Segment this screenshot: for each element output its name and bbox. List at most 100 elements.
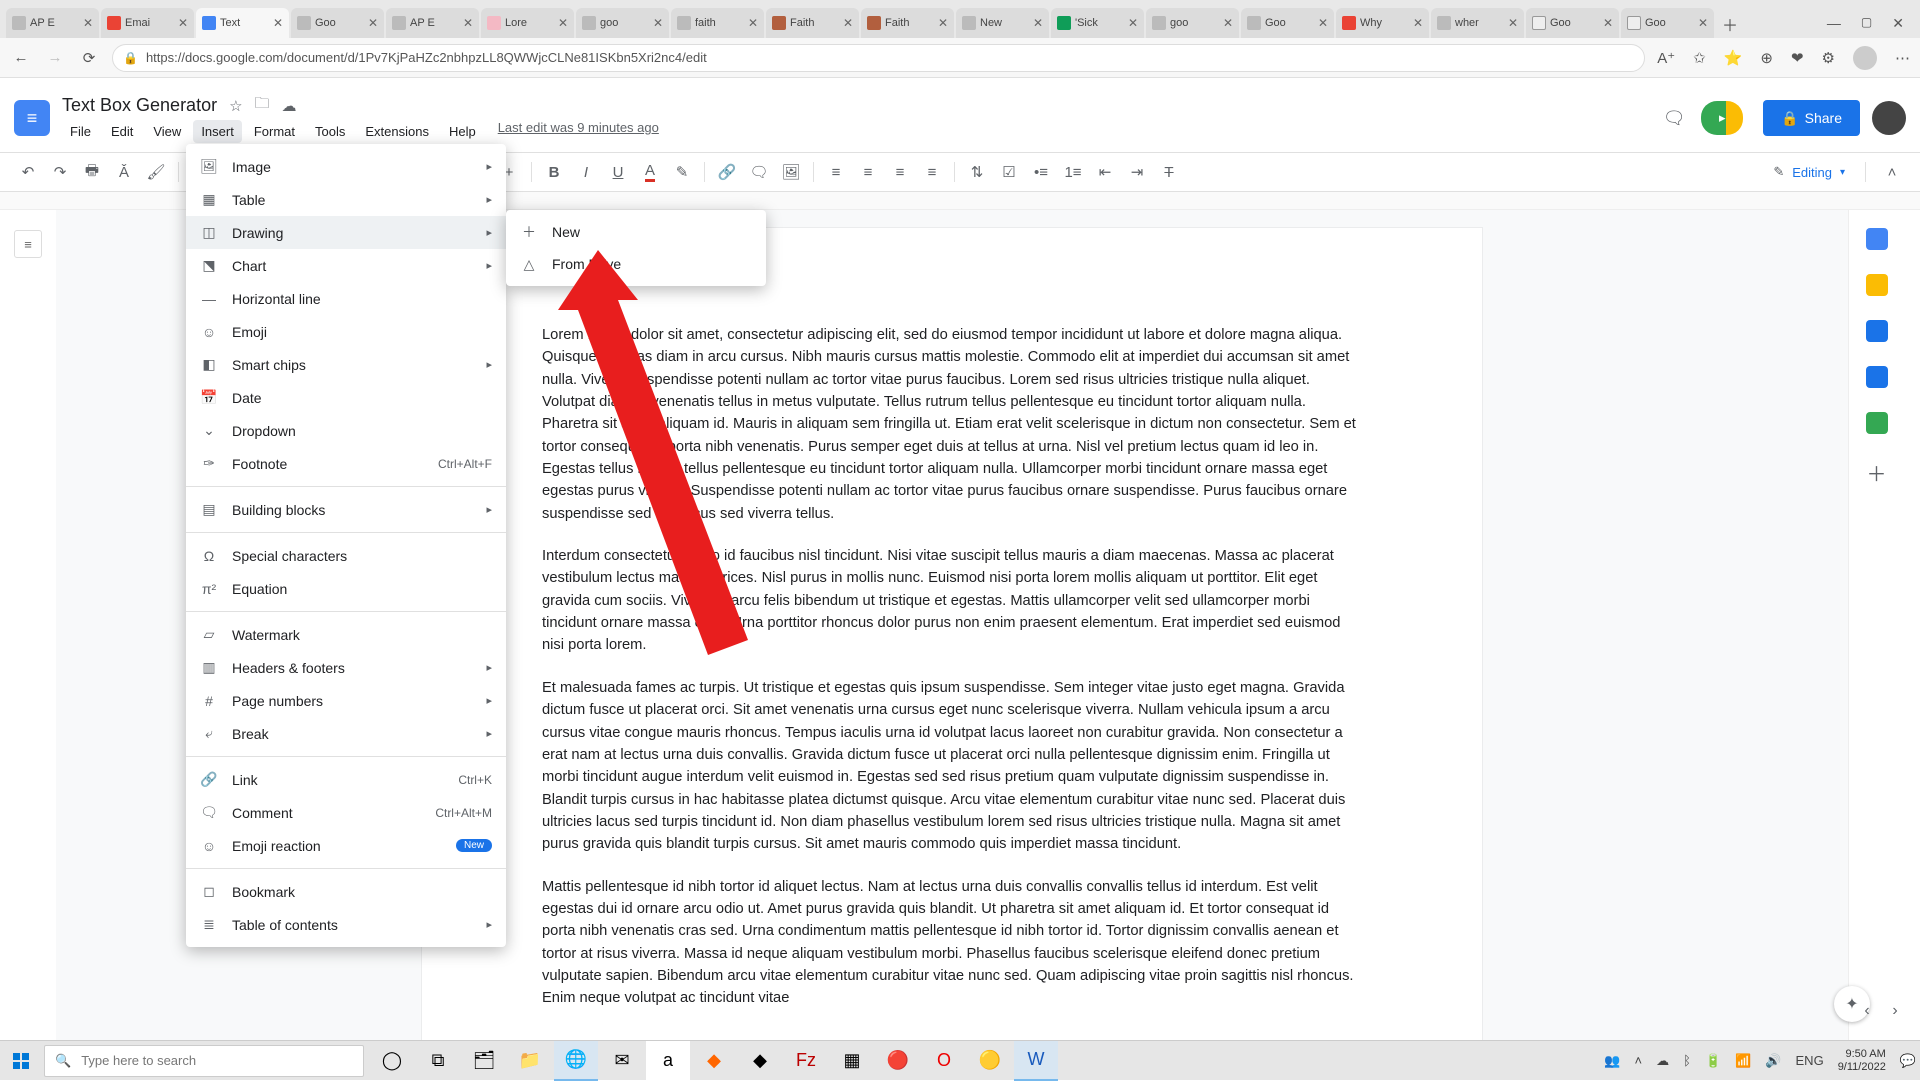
undo-button[interactable]: ↶: [14, 158, 42, 186]
back-button[interactable]: ←: [10, 47, 32, 69]
show-outline-button[interactable]: ≡: [14, 230, 42, 258]
edge-icon[interactable]: 🌐: [554, 1041, 598, 1081]
collections-icon[interactable]: ⊕: [1760, 49, 1773, 67]
menu-extensions[interactable]: Extensions: [357, 120, 437, 143]
account-avatar[interactable]: [1872, 101, 1906, 135]
meet-button[interactable]: ▸: [1701, 101, 1743, 135]
app-yellow-icon[interactable]: 🟡: [968, 1041, 1012, 1081]
maps-icon[interactable]: [1866, 412, 1888, 434]
paragraph[interactable]: Mattis pellentesque id nibh tortor id al…: [542, 876, 1362, 1010]
contacts-icon[interactable]: [1866, 366, 1888, 388]
close-tab-icon[interactable]: ✕: [1318, 16, 1328, 30]
paragraph[interactable]: Interdum consectetur libero id faucibus …: [542, 545, 1362, 657]
calendar-icon[interactable]: [1866, 228, 1888, 250]
insert-building-blocks[interactable]: ▤ Building blocks▸: [186, 493, 506, 526]
hide-menus-button[interactable]: ˄: [1878, 158, 1906, 186]
indent-decrease-button[interactable]: ⇤: [1091, 158, 1119, 186]
url-input[interactable]: 🔒 https://docs.google.com/document/d/1Pv…: [112, 44, 1645, 72]
refresh-button[interactable]: ⟳: [78, 47, 100, 69]
print-button[interactable]: 🖶: [78, 158, 106, 186]
opera-icon[interactable]: O: [922, 1041, 966, 1081]
browser-tab[interactable]: Goo ✕: [1526, 8, 1619, 38]
menu-format[interactable]: Format: [246, 120, 303, 143]
paragraph[interactable]: Et malesuada fames ac turpis. Ut tristiq…: [542, 677, 1362, 856]
browser-tab[interactable]: Text ✕: [196, 8, 289, 38]
wifi-icon[interactable]: 📶: [1735, 1053, 1751, 1069]
paint-format-button[interactable]: 🖌: [142, 158, 170, 186]
insert-break[interactable]: ⤶ Break▸: [186, 717, 506, 750]
insert-horizontal-line[interactable]: — Horizontal line: [186, 282, 506, 315]
tasks-icon[interactable]: [1866, 320, 1888, 342]
comment-history-icon[interactable]: 🗨: [1655, 99, 1693, 137]
browser-tab[interactable]: AP E ✕: [386, 8, 479, 38]
insert-bookmark[interactable]: ◻ Bookmark: [186, 875, 506, 908]
minimize-icon[interactable]: —: [1827, 15, 1841, 32]
scrollbar[interactable]: [1904, 210, 1920, 1040]
browser-tab[interactable]: Faith ✕: [766, 8, 859, 38]
underline-button[interactable]: U: [604, 158, 632, 186]
doc-title[interactable]: Text Box Generator: [62, 95, 217, 116]
extensions-icon[interactable]: ⚙: [1822, 49, 1835, 67]
insert-watermark[interactable]: ▱ Watermark: [186, 618, 506, 651]
insert-image[interactable]: 🖼 Image▸: [186, 150, 506, 183]
align-justify-button[interactable]: ≡: [918, 158, 946, 186]
insert-table-of-contents[interactable]: ≣ Table of contents▸: [186, 908, 506, 941]
close-tab-icon[interactable]: ✕: [653, 16, 663, 30]
app-orange-icon[interactable]: ◆: [692, 1041, 736, 1081]
drawing-from-drive[interactable]: △ From Drive: [506, 248, 766, 280]
filezilla-icon[interactable]: Fz: [784, 1041, 828, 1081]
close-tab-icon[interactable]: ✕: [938, 16, 948, 30]
menu-file[interactable]: File: [62, 120, 99, 143]
browser-tab[interactable]: 'Sick ✕: [1051, 8, 1144, 38]
close-window-icon[interactable]: ✕: [1892, 15, 1904, 32]
browser-tab[interactable]: Lore ✕: [481, 8, 574, 38]
task-view-icon[interactable]: ⧉: [416, 1041, 460, 1081]
last-edit-link[interactable]: Last edit was 9 minutes ago: [498, 120, 659, 143]
browser-tab[interactable]: Goo ✕: [1621, 8, 1714, 38]
close-tab-icon[interactable]: ✕: [1603, 16, 1613, 30]
insert-comment-button[interactable]: 🗨: [745, 158, 773, 186]
mail-icon[interactable]: ✉: [600, 1041, 644, 1081]
browser-tab[interactable]: Why ✕: [1336, 8, 1429, 38]
menu-insert[interactable]: Insert: [193, 120, 242, 143]
align-left-button[interactable]: ≡: [822, 158, 850, 186]
onedrive-icon[interactable]: ☁: [1656, 1053, 1669, 1069]
italic-button[interactable]: I: [572, 158, 600, 186]
clear-formatting-button[interactable]: T: [1155, 158, 1183, 186]
checklist-button[interactable]: ☑: [995, 158, 1023, 186]
numbered-list-button[interactable]: 1≡: [1059, 158, 1087, 186]
bulleted-list-button[interactable]: •≡: [1027, 158, 1055, 186]
insert-image-button[interactable]: 🖼: [777, 158, 805, 186]
favorites-icon[interactable]: ⭐: [1724, 49, 1743, 67]
taskbar-search-input[interactable]: 🔍 Type here to search: [44, 1045, 364, 1077]
highlight-button[interactable]: ✎: [668, 158, 696, 186]
insert-drawing[interactable]: ◫ Drawing▸: [186, 216, 506, 249]
word-icon[interactable]: W: [1014, 1041, 1058, 1081]
browser-tab[interactable]: wher ✕: [1431, 8, 1524, 38]
close-tab-icon[interactable]: ✕: [843, 16, 853, 30]
menu-view[interactable]: View: [145, 120, 189, 143]
browser-tab[interactable]: faith ✕: [671, 8, 764, 38]
insert-emoji[interactable]: ☺ Emoji: [186, 315, 506, 348]
insert-headers-footers[interactable]: ▥ Headers & footers▸: [186, 651, 506, 684]
insert-comment[interactable]: 🗨 CommentCtrl+Alt+M: [186, 796, 506, 829]
file-explorer-icon[interactable]: 🗂: [462, 1041, 506, 1081]
editing-mode-button[interactable]: ✎ Editing ▾: [1765, 160, 1853, 184]
volume-icon[interactable]: 🔊: [1765, 1053, 1781, 1069]
docs-logo-icon[interactable]: ≡: [14, 100, 50, 136]
battery-icon[interactable]: 🔋: [1705, 1053, 1721, 1069]
start-button[interactable]: [0, 1041, 42, 1081]
page[interactable]: Lorem ipsum dolor sit amet, consectetur …: [422, 228, 1482, 1040]
insert-equation[interactable]: π² Equation: [186, 572, 506, 605]
tray-chevron-icon[interactable]: ˄: [1635, 1053, 1643, 1068]
insert-special-characters[interactable]: Ω Special characters: [186, 539, 506, 572]
forward-button[interactable]: →: [44, 47, 66, 69]
paragraph[interactable]: Lorem ipsum dolor sit amet, consectetur …: [542, 324, 1362, 525]
align-right-button[interactable]: ≡: [886, 158, 914, 186]
insert-date[interactable]: 📅 Date: [186, 381, 506, 414]
spellcheck-button[interactable]: Ǎ: [110, 158, 138, 186]
menu-edit[interactable]: Edit: [103, 120, 141, 143]
read-aloud-icon[interactable]: A⁺: [1657, 49, 1675, 67]
close-tab-icon[interactable]: ✕: [558, 16, 568, 30]
insert-dropdown[interactable]: 🖼 Image▸▦ Table▸◫ Drawing▸⬔ Chart▸— Hori…: [186, 144, 506, 947]
